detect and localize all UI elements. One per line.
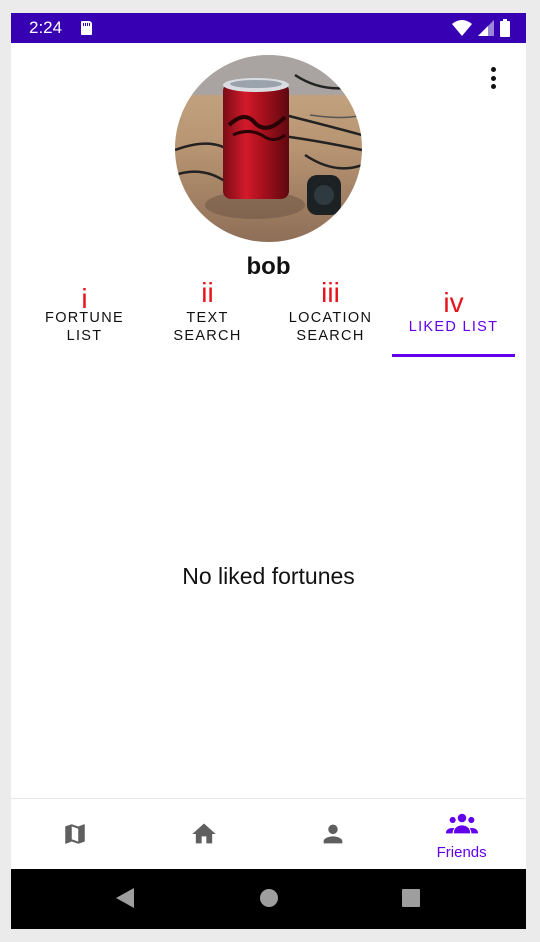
signal-icon xyxy=(478,20,494,36)
home-icon xyxy=(190,820,218,853)
recents-icon[interactable] xyxy=(401,887,421,914)
nav-item-home[interactable] xyxy=(140,799,269,869)
map-icon xyxy=(62,821,88,852)
tab-text-search[interactable]: ii TEXT SEARCH xyxy=(146,279,269,357)
tab-marker: iv xyxy=(443,287,464,318)
tab-active-indicator xyxy=(392,354,515,357)
tab-label: FORTUNE LIST xyxy=(45,310,124,344)
tab-bar: i FORTUNE LIST ii TEXT SEARCH iii LOCATI… xyxy=(23,279,515,357)
nav-item-profile[interactable] xyxy=(269,799,398,869)
status-time: 2:24 xyxy=(29,18,63,37)
avatar-photo xyxy=(175,55,362,242)
tab-marker: iii xyxy=(321,277,340,308)
tab-label: TEXT SEARCH xyxy=(173,310,242,344)
tab-label: LIKED LIST xyxy=(408,319,499,335)
nav-item-map[interactable] xyxy=(11,799,140,869)
status-icons xyxy=(452,19,510,37)
tab-liked-list[interactable]: iv LIKED LIST xyxy=(392,283,515,357)
tab-fortune-list[interactable]: i FORTUNE LIST xyxy=(23,283,146,357)
nav-item-friends[interactable]: Friends xyxy=(397,799,526,869)
empty-state-message: No liked fortunes xyxy=(182,563,355,589)
tab-label: LOCATION SEARCH xyxy=(288,310,373,344)
wifi-icon xyxy=(452,20,472,36)
person-icon xyxy=(319,820,347,853)
system-navigation-bar xyxy=(11,869,526,929)
profile-name: bob xyxy=(246,253,291,280)
status-bar: 2:24 xyxy=(11,13,526,43)
more-vert-icon xyxy=(490,67,496,72)
home-circle-icon[interactable] xyxy=(259,887,279,914)
app-screen: 2:24 bob i FORTUNE LIST ii TEXT SEARCH i… xyxy=(11,13,526,929)
tab-location-search[interactable]: iii LOCATION SEARCH xyxy=(269,279,392,357)
nav-label-friends: Friends xyxy=(436,844,487,861)
bottom-navigation: Friends xyxy=(11,798,526,869)
back-icon[interactable] xyxy=(115,887,135,914)
battery-icon xyxy=(500,19,510,37)
sd-card-icon xyxy=(81,21,92,35)
avatar[interactable] xyxy=(175,55,362,242)
group-icon xyxy=(445,811,478,842)
more-options-button[interactable] xyxy=(481,65,505,91)
tab-marker: ii xyxy=(201,277,214,308)
